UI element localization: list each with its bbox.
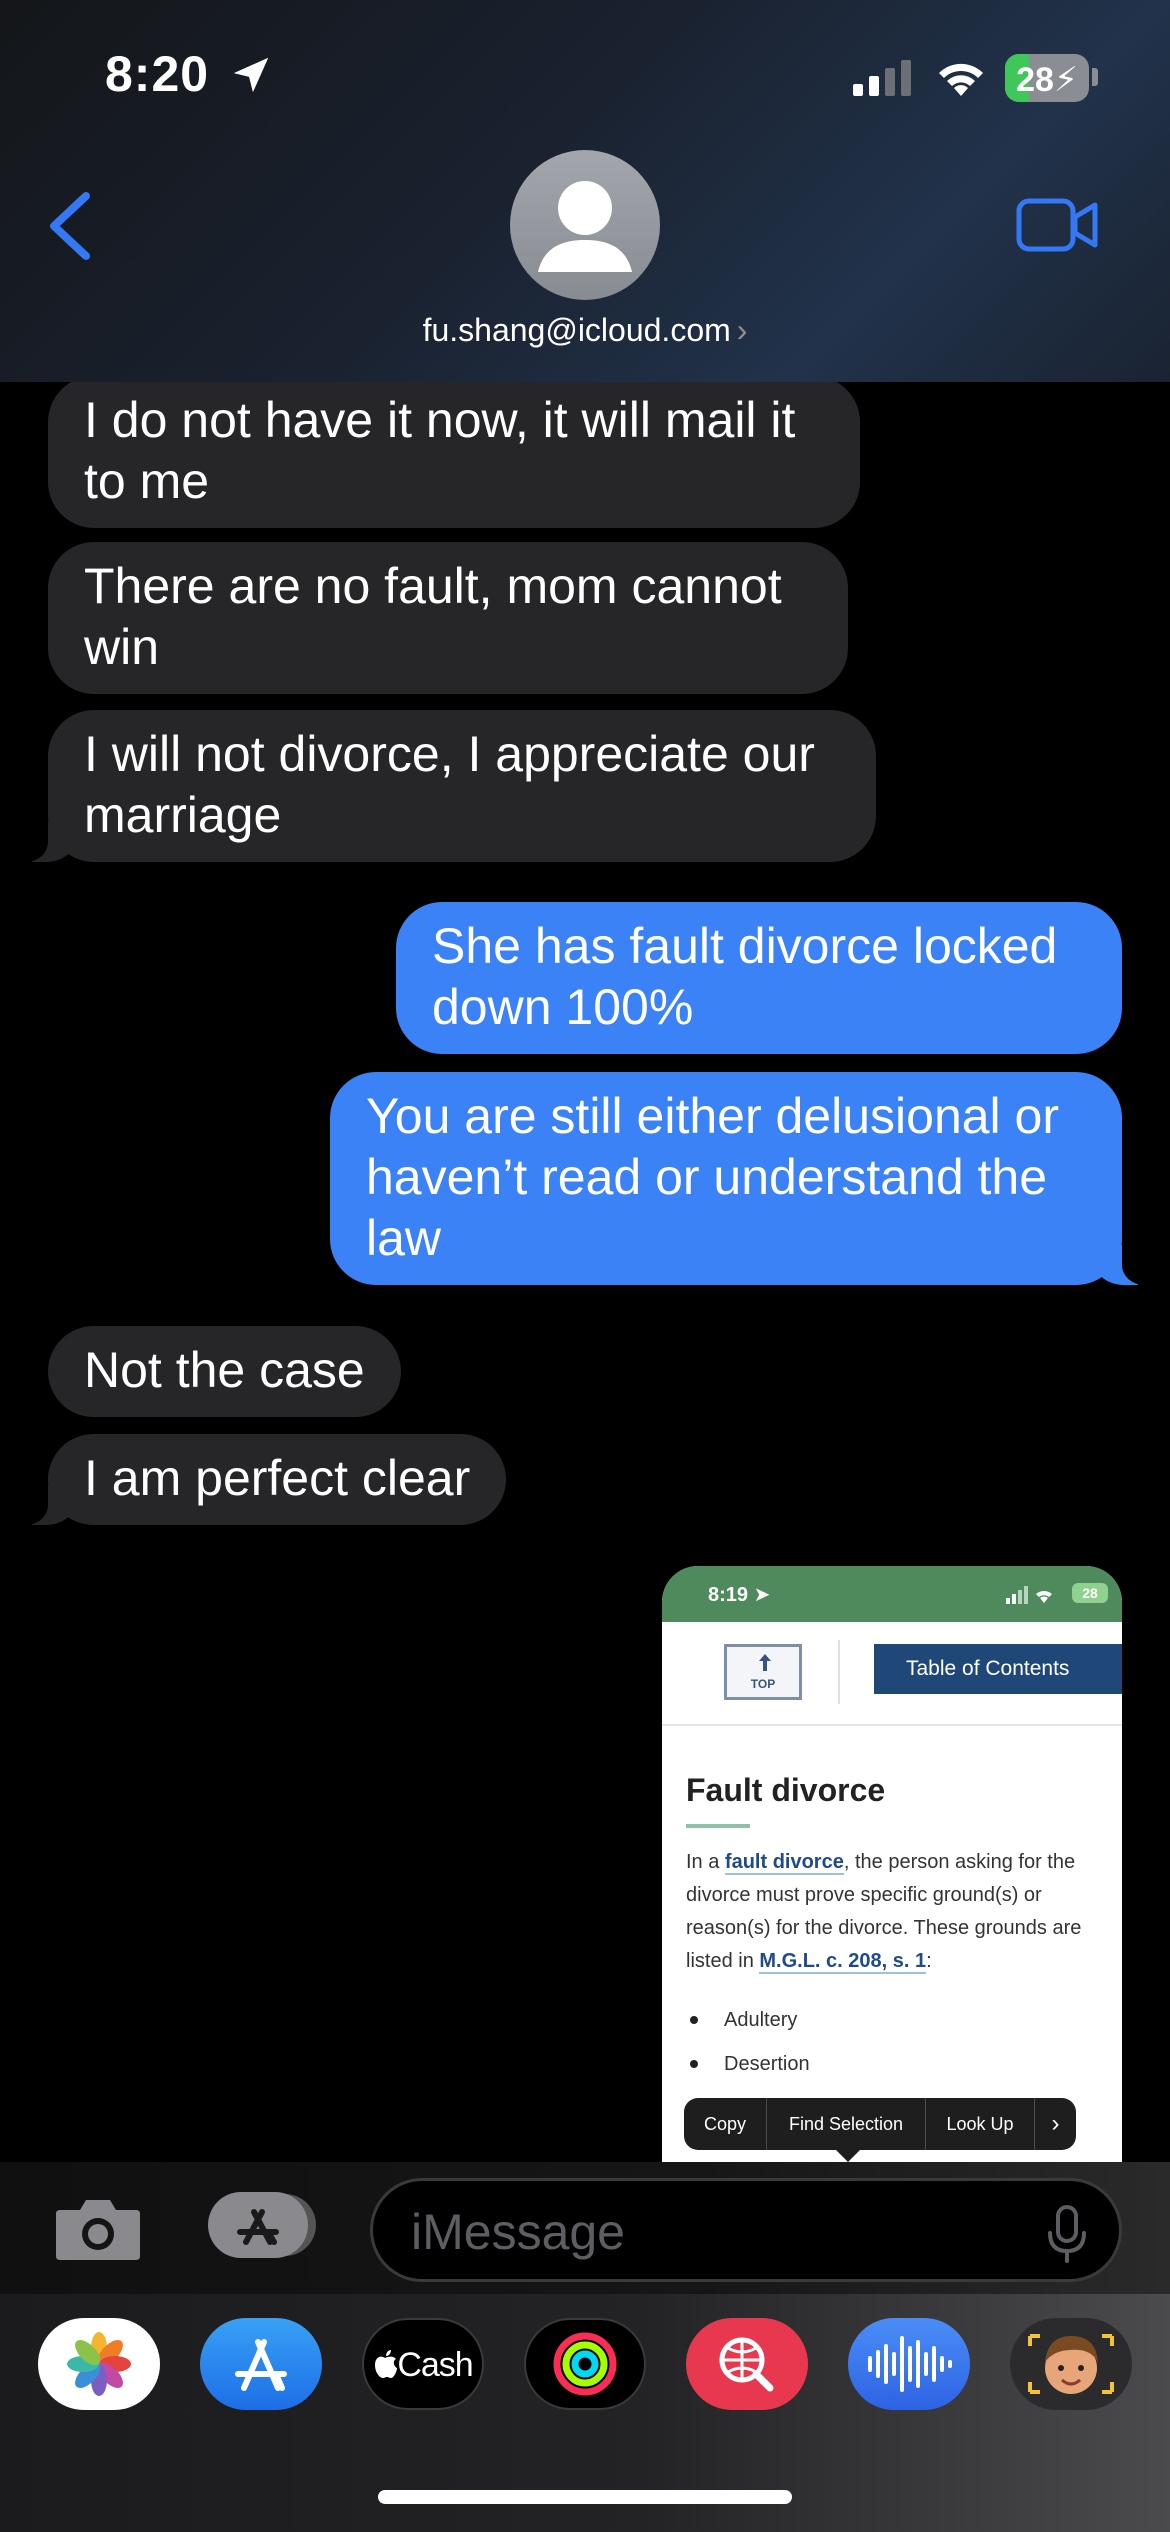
attachment-paragraph: In a fault divorce, the person asking fo… xyxy=(686,1851,1082,1974)
mgl-statute-link: M.G.L. c. 208, s. 1 xyxy=(759,1950,927,1974)
outgoing-message-bubble[interactable]: She has fault divorce locked down 100% xyxy=(396,902,1122,1054)
person-silhouette-icon xyxy=(538,181,632,272)
contact-chevron-icon: › xyxy=(736,312,748,348)
message-text: There are no fault, mom cannot win xyxy=(84,558,782,675)
cellular-signal-icon xyxy=(853,60,911,96)
menu-pointer xyxy=(836,2150,860,2162)
compose-bar: iMessage xyxy=(0,2162,1170,2294)
attachment-toolbar: TOP Table of Contents xyxy=(662,1622,1122,1726)
contact-avatar[interactable] xyxy=(510,150,660,300)
apple-cash-label: Cash xyxy=(364,2346,482,2385)
find-selection-menu-item: Find Selection xyxy=(788,2114,904,2134)
conversation-header: 8:20 28⚡ fu.shang@icloud.com › xyxy=(0,0,1170,382)
incoming-message-bubble[interactable]: I am perfect clear xyxy=(7,1434,507,1525)
attachment-status-bar: 8:19 ➤ 28 xyxy=(662,1566,1122,1622)
grounds-list: Adultery Desertion xyxy=(686,1998,1106,2086)
battery-level: 28⚡ xyxy=(1016,61,1078,99)
wifi-icon xyxy=(939,63,983,96)
contact-name: fu.shang@icloud.com xyxy=(422,312,731,348)
table-of-contents-button: Table of Contents xyxy=(874,1644,1122,1694)
screenshot-attachment[interactable]: 8:19 ➤ 28 TOP Table of Contents Fault di… xyxy=(662,1566,1122,2162)
list-item: Desertion xyxy=(686,2042,1106,2086)
incoming-message-bubble[interactable]: I do not have it now, it will mail it to… xyxy=(48,382,860,528)
video-call-icon[interactable] xyxy=(1015,195,1099,255)
activity-rings-icon xyxy=(553,2332,617,2396)
incoming-message-bubble[interactable]: There are no fault, mom cannot win xyxy=(48,542,848,694)
message-text: She has fault divorce locked down 100% xyxy=(432,918,1058,1035)
attachment-battery-icon: 28 xyxy=(1072,1583,1108,1603)
contact-name-button[interactable]: fu.shang@icloud.com › xyxy=(0,312,1170,349)
location-arrow-icon xyxy=(233,57,269,93)
app-store-app-icon[interactable] xyxy=(200,2318,322,2410)
memoji-face-icon xyxy=(1028,2334,1114,2394)
battery-tip xyxy=(1092,68,1098,86)
attachment-heading: Fault divorce xyxy=(686,1772,886,1808)
app-store-a-icon xyxy=(235,2339,287,2391)
battery-charging-icon: 28⚡ xyxy=(1005,54,1089,102)
message-text: I am perfect clear xyxy=(84,1450,471,1506)
incoming-message-bubble[interactable]: Not the case xyxy=(48,1326,401,1417)
list-item: Adultery xyxy=(686,1998,1106,2042)
top-button-label: TOP xyxy=(750,1677,776,1691)
more-chevron-icon: › xyxy=(1051,2110,1060,2137)
toolbar-divider xyxy=(838,1640,840,1704)
photos-app-icon[interactable] xyxy=(38,2318,160,2410)
top-button: TOP xyxy=(724,1644,802,1700)
message-text: I do not have it now, it will mail it to… xyxy=(84,392,796,509)
camera-icon[interactable] xyxy=(52,2192,144,2264)
apple-logo-icon xyxy=(375,2350,398,2378)
app-store-button[interactable] xyxy=(208,2190,320,2260)
message-text: You are still either delusional or haven… xyxy=(366,1088,1060,1266)
memoji-app-icon[interactable] xyxy=(1010,2318,1132,2410)
home-indicator[interactable] xyxy=(378,2490,792,2504)
app-store-icon xyxy=(208,2192,316,2258)
back-chevron-icon[interactable] xyxy=(42,186,96,266)
message-thread[interactable]: I do not have it now, it will mail it to… xyxy=(0,382,1170,2162)
look-up-menu-item: Look Up xyxy=(946,2114,1014,2134)
status-time: 8:20 xyxy=(105,46,210,102)
outgoing-message-bubble[interactable]: You are still either delusional or haven… xyxy=(330,1072,1162,1285)
text-selection-menu: Copy Find Selection Look Up › xyxy=(684,2098,1076,2150)
web-search-app-icon[interactable] xyxy=(686,2318,808,2410)
message-text: Not the case xyxy=(84,1342,365,1398)
audio-message-app-icon[interactable] xyxy=(848,2318,970,2410)
apple-cash-app-icon[interactable]: Cash xyxy=(362,2318,484,2410)
waveform-icon xyxy=(868,2336,952,2392)
microphone-icon[interactable] xyxy=(1047,2205,1087,2263)
arrow-up-icon xyxy=(759,1654,771,1671)
photos-flower-icon xyxy=(67,2332,131,2396)
fault-divorce-link: fault divorce xyxy=(724,1851,844,1875)
globe-search-icon xyxy=(719,2337,774,2392)
attachment-status-time: 8:19 ➤ xyxy=(708,1584,771,1606)
imessage-placeholder: iMessage xyxy=(411,2204,625,2260)
copy-menu-item: Copy xyxy=(703,2114,747,2134)
fitness-app-icon[interactable] xyxy=(524,2318,646,2410)
imessage-input[interactable]: iMessage xyxy=(370,2178,1122,2282)
incoming-message-bubble[interactable]: I will not divorce, I appreciate our mar… xyxy=(8,710,876,862)
heading-underline xyxy=(686,1824,750,1828)
message-text: I will not divorce, I appreciate our mar… xyxy=(84,726,815,843)
